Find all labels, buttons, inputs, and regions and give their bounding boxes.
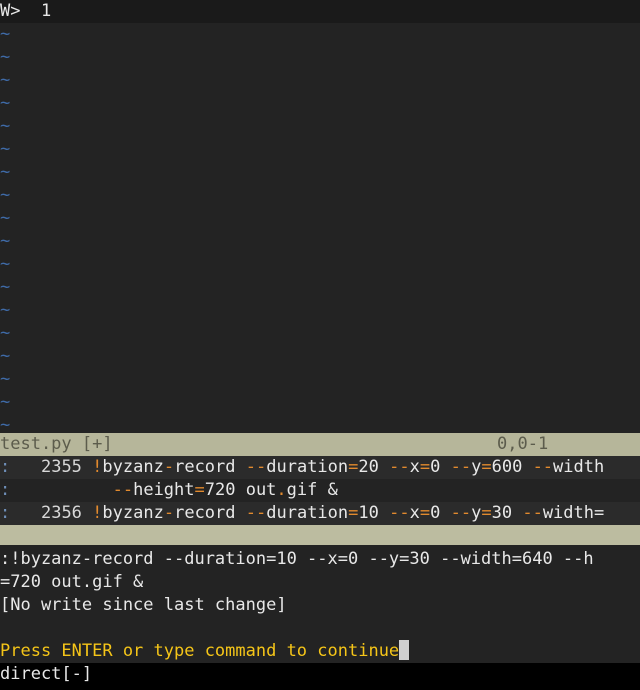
option-dashes: --	[522, 503, 543, 523]
bang: !	[92, 503, 103, 523]
history-marker: :	[0, 503, 11, 523]
option-dashes: --	[450, 503, 472, 523]
empty-line-marker: ~	[0, 392, 11, 412]
dash: -	[163, 457, 175, 477]
option-value: 720 out	[204, 480, 277, 500]
empty-line-marker: ~	[0, 24, 11, 44]
bottom-status-bar: direct[-]	[0, 663, 640, 690]
option-dashes: --	[389, 457, 410, 477]
empty-line-marker: ~	[0, 162, 11, 182]
equals: =	[348, 503, 359, 523]
option-value: 0	[430, 457, 441, 477]
empty-line-marker: ~	[0, 369, 11, 389]
option-value: 30	[491, 503, 513, 523]
message-line-3: [No write since last change]	[0, 595, 287, 615]
option-name: width	[553, 457, 605, 477]
history-entry[interactable]: : 2356 !byzanz-record --duration=10 --x=…	[0, 502, 640, 525]
hit-enter-prompt-line[interactable]: Press ENTER or type command to continue	[0, 640, 640, 663]
message-line-2: =720 out.gif &	[0, 572, 144, 592]
option-dashes: --	[245, 457, 267, 477]
empty-line-marker: ~	[0, 139, 11, 159]
dot: .	[276, 480, 287, 500]
history-number: 2356	[40, 503, 82, 523]
history-marker: :	[0, 457, 11, 477]
option-name: duration	[266, 503, 349, 523]
statusline: test.py [+] 0,0-1	[0, 433, 640, 456]
tab-prompt: W>	[0, 1, 21, 21]
option-value: 0	[430, 503, 441, 523]
empty-line-marker: ~	[0, 323, 11, 343]
dash: -	[163, 503, 175, 523]
statusline-position: 0,0-1	[497, 434, 549, 454]
equals: =	[194, 480, 205, 500]
equals: =	[348, 457, 359, 477]
history-entry-continuation[interactable]: : --height=720 out.gif &	[0, 479, 640, 502]
empty-line-marker: ~	[0, 93, 11, 113]
option-dashes: --	[532, 457, 554, 477]
command-name-suffix: record	[174, 503, 236, 523]
empty-line-marker: ~	[0, 346, 11, 366]
empty-line-marker: ~	[0, 185, 11, 205]
option-dashes: --	[389, 503, 410, 523]
option-name: y	[471, 457, 482, 477]
empty-line-marker: ~	[0, 116, 11, 136]
option-name: height	[133, 480, 195, 500]
option-dashes: --	[245, 503, 267, 523]
bottom-status-text: direct[-]	[0, 664, 93, 684]
tab-bar: W> 1	[0, 0, 640, 23]
command-name-suffix: record	[174, 457, 236, 477]
equals: =	[481, 503, 492, 523]
tab-number[interactable]: 1	[41, 1, 51, 21]
history-number: 2355	[40, 457, 82, 477]
option-value: 10	[358, 503, 379, 523]
option-name: x	[409, 503, 420, 523]
option-dashes: --	[112, 480, 134, 500]
cursor	[399, 640, 410, 660]
message-line-1: :!byzanz-record --duration=10 --x=0 --y=…	[0, 549, 594, 569]
history-window-separator	[0, 525, 640, 545]
history-marker: :	[0, 480, 11, 500]
empty-line-marker: ~	[0, 208, 11, 228]
option-value-rest: gif &	[286, 480, 338, 500]
hit-enter-prompt: Press ENTER or type command to continue	[0, 641, 400, 661]
option-value: 600	[491, 457, 523, 477]
option-dashes: --	[450, 457, 472, 477]
option-name: width=	[542, 503, 605, 523]
option-name: y	[471, 503, 482, 523]
equals: =	[481, 457, 492, 477]
command-name: byzanz	[102, 457, 164, 477]
statusline-filename: test.py [+]	[0, 434, 113, 454]
empty-line-marker: ~	[0, 277, 11, 297]
command-name: byzanz	[102, 503, 164, 523]
empty-line-marker: ~	[0, 254, 11, 274]
option-name: x	[409, 457, 420, 477]
option-value: 20	[358, 457, 379, 477]
equals: =	[419, 503, 431, 523]
bang: !	[92, 457, 103, 477]
empty-line-marker: ~	[0, 47, 11, 67]
empty-line-marker: ~	[0, 70, 11, 90]
option-name: duration	[266, 457, 349, 477]
history-entry[interactable]: : 2355 !byzanz-record --duration=20 --x=…	[0, 456, 640, 479]
empty-line-marker: ~	[0, 231, 11, 251]
empty-line-marker: ~	[0, 300, 11, 320]
equals: =	[419, 457, 431, 477]
